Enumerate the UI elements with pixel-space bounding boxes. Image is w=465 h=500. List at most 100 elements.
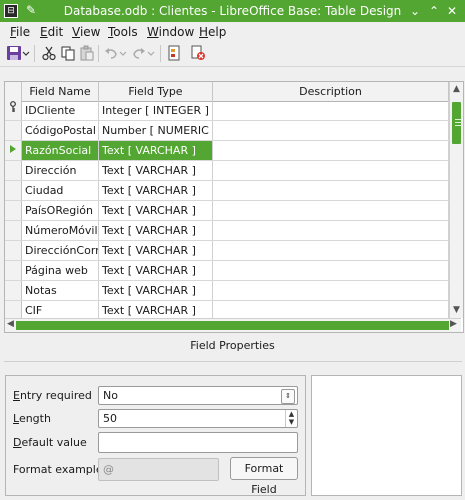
- column-header-description[interactable]: Description: [213, 82, 449, 101]
- menu-view-accel: V: [72, 25, 80, 39]
- toolbar: [0, 41, 465, 67]
- horizontal-scrollbar[interactable]: ◀ ▶: [5, 318, 461, 332]
- description-cell[interactable]: [213, 101, 449, 120]
- table-row[interactable]: NúmeroMóvil Text [ VARCHAR ]: [5, 221, 449, 241]
- description-cell[interactable]: [213, 221, 449, 240]
- table-row[interactable]: Ciudad Text [ VARCHAR ]: [5, 181, 449, 201]
- current-row-marker-icon[interactable]: [5, 141, 22, 160]
- table-design-grid[interactable]: Field Name Field Type Description IDClie…: [4, 81, 464, 333]
- field-type-cell[interactable]: Text [ VARCHAR ]: [99, 181, 213, 200]
- scroll-right-icon[interactable]: ▶: [450, 319, 457, 329]
- table-row[interactable]: DirecciónCorreo Text [ VARCHAR ]: [5, 241, 449, 261]
- field-name-cell[interactable]: RazónSocial: [22, 141, 99, 160]
- cut-icon[interactable]: [41, 45, 57, 61]
- table-row[interactable]: Dirección Text [ VARCHAR ]: [5, 161, 449, 181]
- description-cell[interactable]: [213, 241, 449, 260]
- description-cell[interactable]: [213, 281, 449, 300]
- field-type-cell[interactable]: Integer [ INTEGER ]: [99, 101, 213, 120]
- primary-key-marker-icon[interactable]: [5, 101, 22, 120]
- menu-window[interactable]: Window: [147, 25, 194, 39]
- vertical-scrollbar[interactable]: ▲ ▼: [449, 82, 463, 318]
- undo-icon[interactable]: [103, 45, 119, 61]
- table-row[interactable]: IDCliente Integer [ INTEGER ]: [5, 101, 449, 121]
- field-type-cell[interactable]: Text [ VARCHAR ]: [99, 221, 213, 240]
- description-cell[interactable]: [213, 201, 449, 220]
- length-spinbox[interactable]: 50 ▲ ▼: [98, 409, 298, 428]
- toolbar-separator: [160, 45, 161, 62]
- description-cell[interactable]: [213, 261, 449, 280]
- scroll-down-icon[interactable]: ▼: [451, 305, 462, 315]
- row-handle[interactable]: [5, 281, 22, 300]
- description-cell[interactable]: [213, 181, 449, 200]
- spin-up-icon[interactable]: ▲: [286, 410, 297, 418]
- description-cell[interactable]: [213, 121, 449, 140]
- scroll-left-icon[interactable]: ◀: [7, 319, 14, 329]
- format-field-button[interactable]: Format Field: [230, 457, 298, 496]
- vertical-scroll-thumb[interactable]: [452, 102, 462, 144]
- row-handle[interactable]: [5, 161, 22, 180]
- field-name-cell[interactable]: Ciudad: [22, 181, 99, 200]
- column-header-field-name[interactable]: Field Name: [22, 82, 99, 101]
- redo-dropdown-chevron-icon[interactable]: [147, 45, 155, 61]
- field-name-cell[interactable]: Dirección: [22, 161, 99, 180]
- save-dropdown-chevron-icon[interactable]: [22, 45, 30, 61]
- menu-help-accel: H: [199, 25, 209, 39]
- copy-icon[interactable]: [60, 45, 76, 61]
- field-name-cell[interactable]: Página web: [22, 261, 99, 280]
- default-value-input[interactable]: [98, 432, 298, 453]
- field-type-cell[interactable]: Number [ NUMERIC ]: [99, 121, 213, 140]
- primary-key-icon[interactable]: [190, 45, 206, 61]
- field-name-cell[interactable]: IDCliente: [22, 101, 99, 120]
- row-handle[interactable]: [5, 241, 22, 260]
- title-bar: ⊟ ✎ Database.odb : Clientes - LibreOffic…: [0, 0, 465, 22]
- field-name-cell[interactable]: Notas: [22, 281, 99, 300]
- table-row[interactable]: CódigoPostal Number [ NUMERIC ]: [5, 121, 449, 141]
- field-type-cell[interactable]: Text [ VARCHAR ]: [99, 201, 213, 220]
- toolbar-separator: [34, 45, 35, 62]
- default-value-label: Default value: [13, 436, 87, 449]
- row-handle[interactable]: [5, 181, 22, 200]
- redo-icon[interactable]: [131, 45, 147, 61]
- field-type-cell[interactable]: Text [ VARCHAR ]: [99, 161, 213, 180]
- field-type-cell[interactable]: Text [ VARCHAR ]: [99, 261, 213, 280]
- row-handle[interactable]: [5, 261, 22, 280]
- menu-view[interactable]: View: [72, 25, 100, 39]
- row-handle[interactable]: [5, 201, 22, 220]
- save-icon[interactable]: [6, 45, 22, 61]
- description-cell[interactable]: [213, 161, 449, 180]
- menu-file[interactable]: File: [10, 25, 30, 39]
- entry-required-select[interactable]: No ⇕: [98, 386, 298, 405]
- menu-edit[interactable]: Edit: [40, 25, 63, 39]
- spin-down-icon[interactable]: ▼: [286, 418, 297, 426]
- field-type-cell[interactable]: Text [ VARCHAR ]: [99, 241, 213, 260]
- horizontal-scroll-thumb[interactable]: [16, 321, 449, 330]
- chevron-updown-icon[interactable]: ⇕: [281, 389, 295, 404]
- maximize-icon[interactable]: ⌃: [426, 3, 442, 19]
- menu-tools[interactable]: Tools: [108, 25, 138, 39]
- menu-help[interactable]: Help: [199, 25, 226, 39]
- table-row[interactable]: PaísORegión Text [ VARCHAR ]: [5, 201, 449, 221]
- minimize-icon[interactable]: ⌄: [407, 3, 423, 19]
- description-cell[interactable]: [213, 141, 449, 160]
- column-header-field-type[interactable]: Field Type: [99, 82, 213, 101]
- table-row[interactable]: Página web Text [ VARCHAR ]: [5, 261, 449, 281]
- field-type-cell[interactable]: Text [ VARCHAR ]: [99, 141, 213, 160]
- field-type-cell[interactable]: Text [ VARCHAR ]: [99, 281, 213, 300]
- length-spin-buttons[interactable]: ▲ ▼: [285, 410, 297, 427]
- undo-dropdown-chevron-icon[interactable]: [119, 45, 127, 61]
- close-icon[interactable]: ✕: [444, 3, 460, 19]
- row-handle[interactable]: [5, 121, 22, 140]
- help-text-panel: [311, 375, 462, 496]
- entry-required-label: Entry required: [13, 389, 92, 402]
- field-name-cell[interactable]: NúmeroMóvil: [22, 221, 99, 240]
- field-name-cell[interactable]: CódigoPostal: [22, 121, 99, 140]
- table-row[interactable]: Notas Text [ VARCHAR ]: [5, 281, 449, 301]
- row-handle[interactable]: [5, 221, 22, 240]
- menu-tools-label: ools: [113, 25, 138, 39]
- field-name-cell[interactable]: DirecciónCorreo: [22, 241, 99, 260]
- field-name-cell[interactable]: PaísORegión: [22, 201, 99, 220]
- index-design-icon[interactable]: [166, 45, 182, 61]
- paste-icon[interactable]: [79, 45, 95, 61]
- table-row-selected[interactable]: RazónSocial Text [ VARCHAR ]: [5, 141, 449, 161]
- scroll-up-icon[interactable]: ▲: [451, 84, 462, 94]
